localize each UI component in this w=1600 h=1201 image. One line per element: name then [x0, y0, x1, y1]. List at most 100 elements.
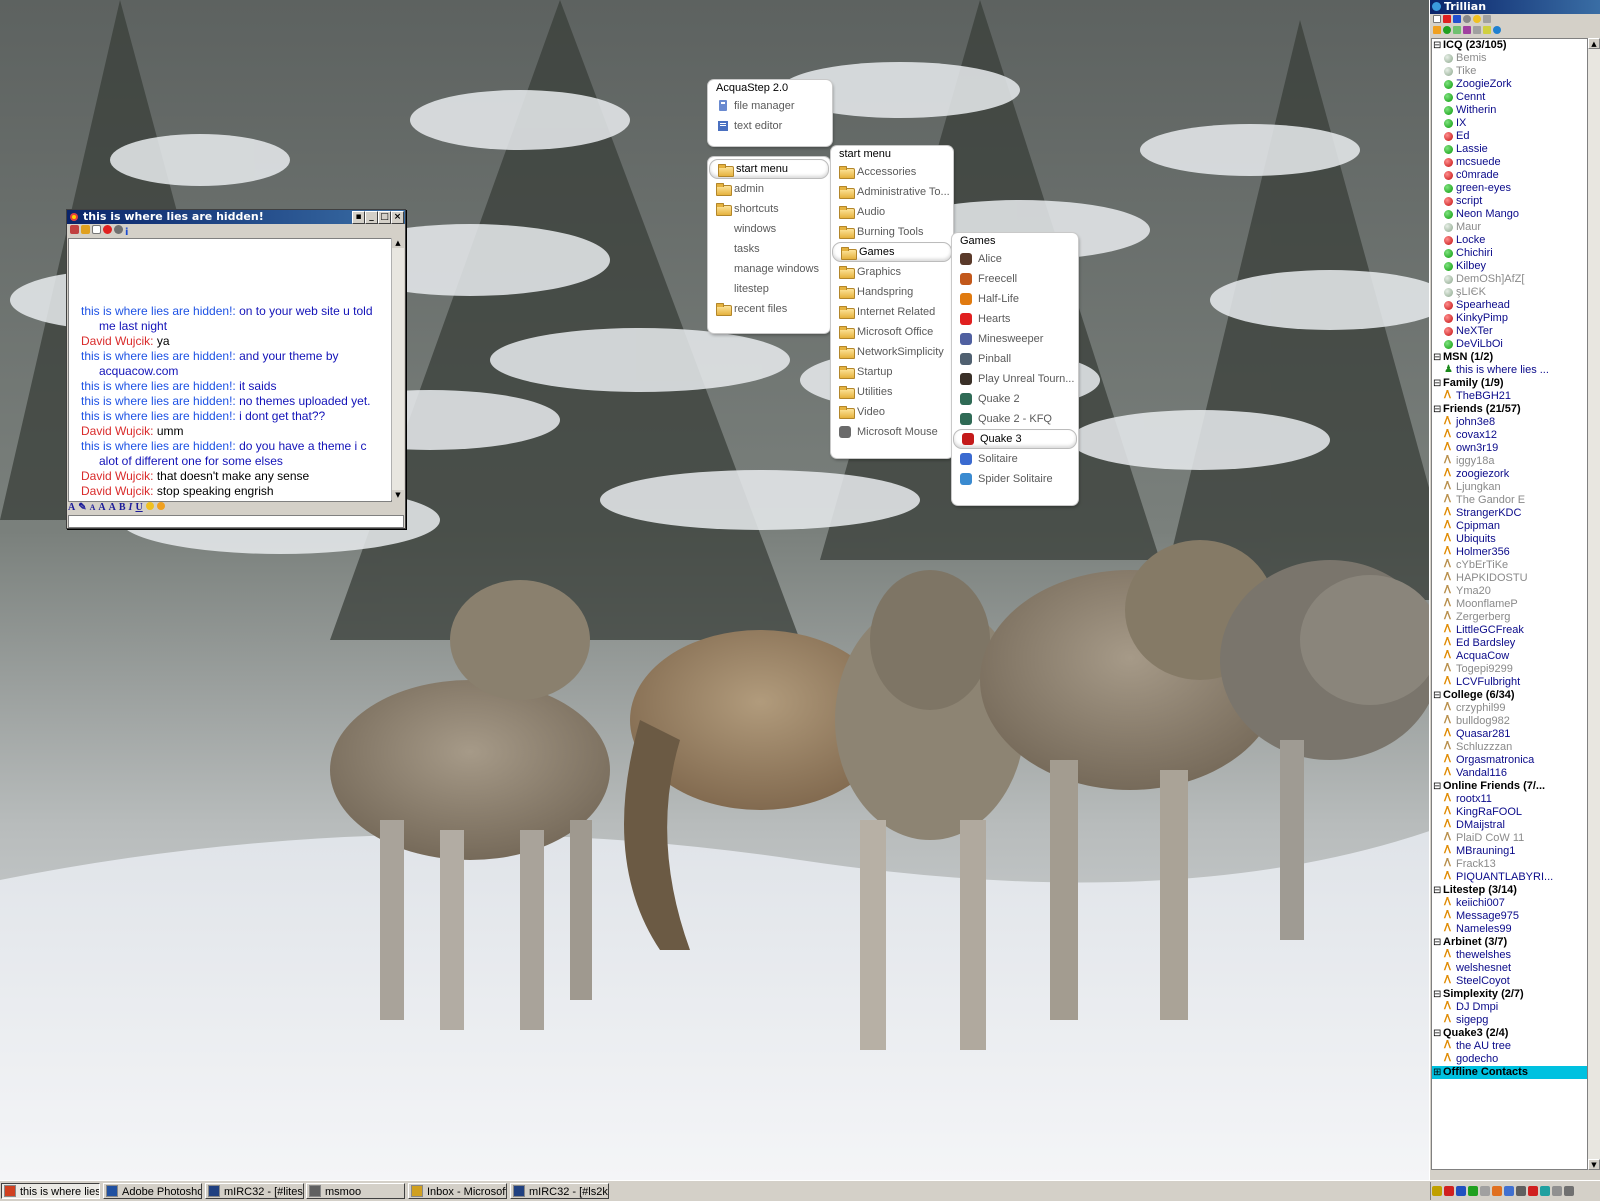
contact-item[interactable]: ᐰ Frack13: [1432, 858, 1587, 871]
menu-item-microsoft-office[interactable]: Microsoft Office: [831, 322, 953, 342]
contact-scrollbar[interactable]: ▲ ▼: [1588, 38, 1600, 1170]
contact-item[interactable]: script: [1432, 195, 1587, 208]
contact-item[interactable]: ᐰ Zergerberg: [1432, 611, 1587, 624]
contact-item[interactable]: ZoogieZork: [1432, 78, 1587, 91]
taskbar-button[interactable]: Adobe Photoshop: [103, 1183, 202, 1199]
tray-icon[interactable]: [1492, 1186, 1502, 1196]
contact-item[interactable]: green-eyes: [1432, 182, 1587, 195]
tray-icon[interactable]: [1540, 1186, 1550, 1196]
scroll-up-arrow-icon[interactable]: ▲: [392, 238, 404, 248]
globe-icon[interactable]: [1493, 26, 1501, 34]
tray-icon[interactable]: [1444, 1186, 1454, 1196]
contact-item[interactable]: ᐰ Schluzzzan: [1432, 741, 1587, 754]
chat-titlebar[interactable]: this is where lies are hidden! ▪ _ □ ×: [67, 210, 405, 224]
menu-item-recent-files[interactable]: recent files: [708, 299, 830, 319]
chat-scrollbar[interactable]: ▲ ▼: [391, 238, 404, 500]
contact-item[interactable]: ᐰ keiichi007: [1432, 897, 1587, 910]
info-icon[interactable]: i: [125, 228, 134, 238]
menu-item-admin[interactable]: admin: [708, 179, 830, 199]
tray-icon[interactable]: [1468, 1186, 1478, 1196]
contact-item[interactable]: ᐰ LittleGCFreak: [1432, 624, 1587, 637]
menu-item-networksimplicity[interactable]: NetworkSimplicity: [831, 342, 953, 362]
message-input[interactable]: [68, 515, 404, 528]
email-status-icon[interactable]: [1483, 26, 1491, 34]
menu-item-freecell[interactable]: Freecell: [952, 269, 1078, 289]
menu-item-tasks[interactable]: tasks: [708, 239, 830, 259]
history-icon[interactable]: [70, 225, 79, 234]
icq-status-icon[interactable]: [1443, 26, 1451, 34]
contact-group[interactable]: College (6/34): [1432, 689, 1587, 702]
font-size-up-icon[interactable]: A: [98, 502, 105, 513]
contact-item[interactable]: Lassie: [1432, 143, 1587, 156]
menu-item-burning-tools[interactable]: Burning Tools: [831, 222, 953, 242]
file-icon[interactable]: [92, 225, 101, 234]
maximize-button[interactable]: □: [378, 211, 391, 224]
contact-group[interactable]: Family (1/9): [1432, 377, 1587, 390]
contact-item[interactable]: ᐰ LCVFulbright: [1432, 676, 1587, 689]
contact-item[interactable]: ᐰ welshesnet: [1432, 962, 1587, 975]
contact-item[interactable]: ᐰ rootx11: [1432, 793, 1587, 806]
tray-icon[interactable]: [1552, 1186, 1562, 1196]
pen-icon[interactable]: ✎: [78, 502, 86, 513]
pin-icon[interactable]: [1483, 15, 1491, 23]
contact-item[interactable]: ᐰ MBrauning1: [1432, 845, 1587, 858]
contact-item[interactable]: Kilbey: [1432, 260, 1587, 273]
contact-item[interactable]: ᐰ covax12: [1432, 429, 1587, 442]
contact-item[interactable]: ᐰ iggy18a: [1432, 455, 1587, 468]
menu-item-handspring[interactable]: Handspring: [831, 282, 953, 302]
contact-group[interactable]: Friends (21/57): [1432, 403, 1587, 416]
contact-item[interactable]: ᐰ Ljungkan: [1432, 481, 1587, 494]
aim-status-icon[interactable]: [1433, 26, 1441, 34]
menu-item-utilities[interactable]: Utilities: [831, 382, 953, 402]
font-icon[interactable]: A: [109, 502, 116, 513]
contact-item[interactable]: ᐰ PIQUANTLABYRI...: [1432, 871, 1587, 884]
tray-icon[interactable]: [1528, 1186, 1538, 1196]
contact-item[interactable]: ᐰ the AU tree: [1432, 1040, 1587, 1053]
menu-item-video[interactable]: Video: [831, 402, 953, 422]
contact-item[interactable]: ᐰ john3e8: [1432, 416, 1587, 429]
msn-status-icon[interactable]: [1453, 26, 1461, 34]
italic-icon[interactable]: I: [129, 502, 133, 513]
tray-icon[interactable]: [1432, 1186, 1442, 1196]
menu-item-hearts[interactable]: Hearts: [952, 309, 1078, 329]
taskbar-button[interactable]: msmoo: [306, 1183, 405, 1199]
menu-item-shortcuts[interactable]: shortcuts: [708, 199, 830, 219]
contact-item[interactable]: ᐰ bulldog982: [1432, 715, 1587, 728]
contact-item[interactable]: ᐰ Ubiquits: [1432, 533, 1587, 546]
contact-item[interactable]: Neon Mango: [1432, 208, 1587, 221]
contact-item[interactable]: NeXTer: [1432, 325, 1587, 338]
contact-item[interactable]: ᐰ HAPKIDOSTU: [1432, 572, 1587, 585]
contact-item[interactable]: IX: [1432, 117, 1587, 130]
contact-item[interactable]: Ed: [1432, 130, 1587, 143]
menu-item-startup[interactable]: Startup: [831, 362, 953, 382]
menu-item-solitaire[interactable]: Solitaire: [952, 449, 1078, 469]
contact-item[interactable]: şLIЄK: [1432, 286, 1587, 299]
menu-item-quake-2-kfq[interactable]: Quake 2 - KFQ: [952, 409, 1078, 429]
menu-item-file-manager[interactable]: file manager: [708, 96, 832, 116]
menu-item-microsoft-mouse[interactable]: Microsoft Mouse: [831, 422, 953, 442]
menu-item-audio[interactable]: Audio: [831, 202, 953, 222]
tray-icon[interactable]: [1504, 1186, 1514, 1196]
contact-item[interactable]: ᐰ PlaiD CoW 11: [1432, 832, 1587, 845]
minimize-button[interactable]: _: [365, 211, 378, 224]
contact-item[interactable]: ᐰ Togepi9299: [1432, 663, 1587, 676]
contact-item[interactable]: ᐰ Orgasmatronica: [1432, 754, 1587, 767]
menu-item-quake-2[interactable]: Quake 2: [952, 389, 1078, 409]
contact-item[interactable]: ♟ this is where lies ...: [1432, 364, 1587, 377]
menu-item-windows[interactable]: windows: [708, 219, 830, 239]
taskbar-button[interactable]: mIRC32 - [#litestep: [205, 1183, 304, 1199]
tray-icon[interactable]: [1564, 1186, 1574, 1196]
close-icon[interactable]: [1443, 15, 1451, 23]
menu-button[interactable]: ▪: [352, 211, 365, 224]
menu-item-litestep[interactable]: litestep: [708, 279, 830, 299]
contact-group[interactable]: Arbinet (3/7): [1432, 936, 1587, 949]
menu-item-accessories[interactable]: Accessories: [831, 162, 953, 182]
contact-item[interactable]: Locke: [1432, 234, 1587, 247]
contact-item[interactable]: ᐰ DMaijstral: [1432, 819, 1587, 832]
contact-item[interactable]: ᐰ Message975: [1432, 910, 1587, 923]
info-icon[interactable]: [1453, 15, 1461, 23]
contact-item[interactable]: ᐰ The Gandor E: [1432, 494, 1587, 507]
contact-item[interactable]: Maur: [1432, 221, 1587, 234]
scroll-up-arrow-icon[interactable]: ▲: [1588, 38, 1600, 49]
contact-item[interactable]: DemOSh]AfZ[: [1432, 273, 1587, 286]
